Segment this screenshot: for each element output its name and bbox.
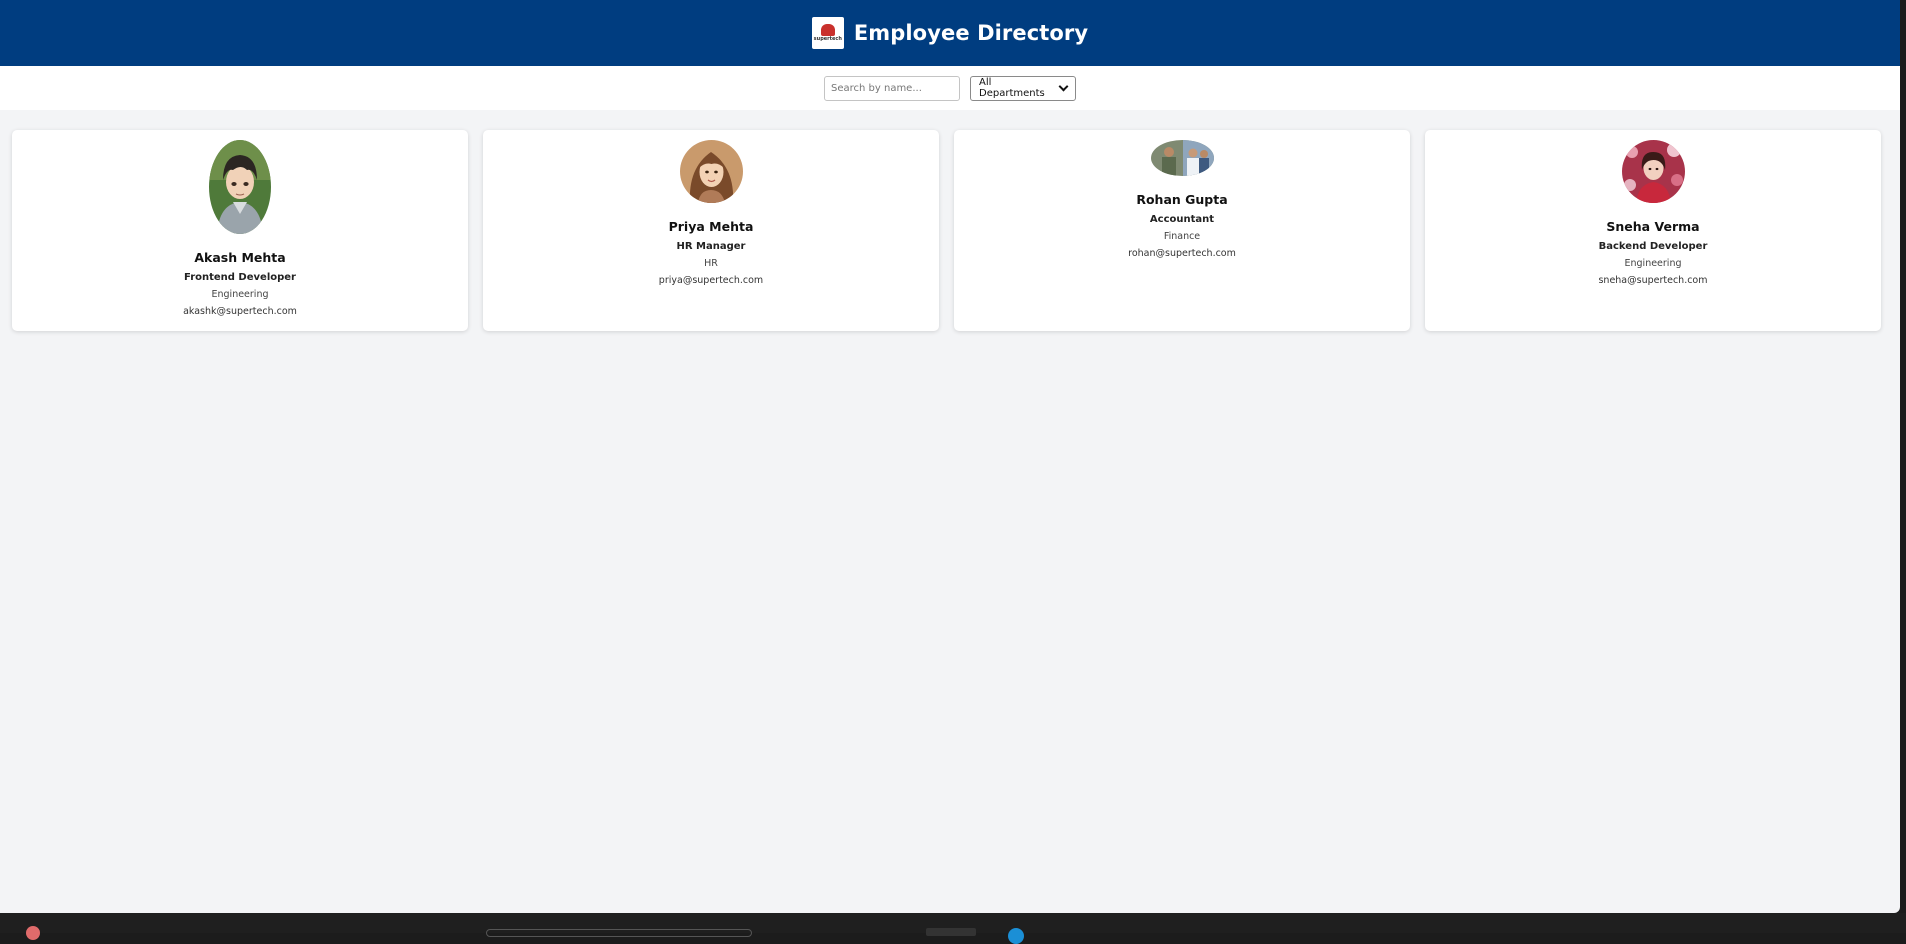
employee-card: Sneha Verma Backend Developer Engineerin… [1425, 130, 1881, 331]
department-select[interactable]: All Departments [970, 75, 1076, 101]
page-title: Employee Directory [853, 21, 1089, 45]
employee-role: Accountant [1149, 214, 1215, 225]
department-select-value: All Departments [979, 77, 1045, 99]
anime-boy-portrait-icon [209, 140, 271, 234]
employee-role: Backend Developer [1598, 241, 1708, 252]
employee-name: Akash Mehta [194, 250, 286, 265]
employee-role: HR Manager [676, 241, 746, 252]
employee-email: sneha@supertech.com [1598, 275, 1708, 286]
company-logo: supertech [811, 17, 844, 49]
taskbar-app-icon[interactable] [26, 926, 40, 940]
employee-avatar [1150, 140, 1214, 176]
taskbar-app-icon[interactable] [926, 928, 976, 936]
employee-name: Priya Mehta [668, 219, 754, 234]
logo-text: supertech [813, 36, 842, 42]
filter-toolbar: All Departments [0, 66, 1900, 110]
employee-avatar [679, 140, 743, 203]
employee-department: Engineering [211, 289, 269, 300]
cartoon-woman-portrait-icon [679, 140, 743, 203]
taskbar-app-icon[interactable] [1008, 928, 1024, 944]
employee-email: rohan@supertech.com [1128, 248, 1236, 259]
employee-email: priya@supertech.com [658, 275, 764, 286]
employee-department: HR [704, 258, 718, 269]
employee-department: Engineering [1624, 258, 1682, 269]
employee-department: Finance [1163, 231, 1201, 242]
employee-card: Rohan Gupta Accountant Finance rohan@sup… [954, 130, 1410, 331]
app-header: supertech Employee Directory [0, 0, 1900, 66]
search-input[interactable] [824, 75, 960, 101]
employee-card: Priya Mehta HR Manager HR priya@supertec… [483, 130, 939, 331]
employee-avatar [209, 140, 271, 234]
logo-mark-icon [820, 24, 835, 36]
employee-name: Sneha Verma [1606, 219, 1700, 234]
employee-email: akashk@supertech.com [183, 306, 297, 317]
employee-avatar [1621, 140, 1685, 203]
taskbar-search-box[interactable] [486, 929, 752, 937]
group-photo-icon [1150, 140, 1214, 176]
os-taskbar [0, 913, 1906, 944]
employee-card: Akash Mehta Frontend Developer Engineeri… [12, 130, 468, 331]
employee-grid: Akash Mehta Frontend Developer Engineeri… [12, 130, 1882, 331]
employee-role: Frontend Developer [184, 272, 296, 283]
chevron-down-icon [1058, 81, 1069, 91]
employee-name: Rohan Gupta [1136, 192, 1228, 207]
floral-portrait-icon [1621, 140, 1685, 203]
app-viewport: supertech Employee Directory All Departm… [0, 0, 1900, 913]
